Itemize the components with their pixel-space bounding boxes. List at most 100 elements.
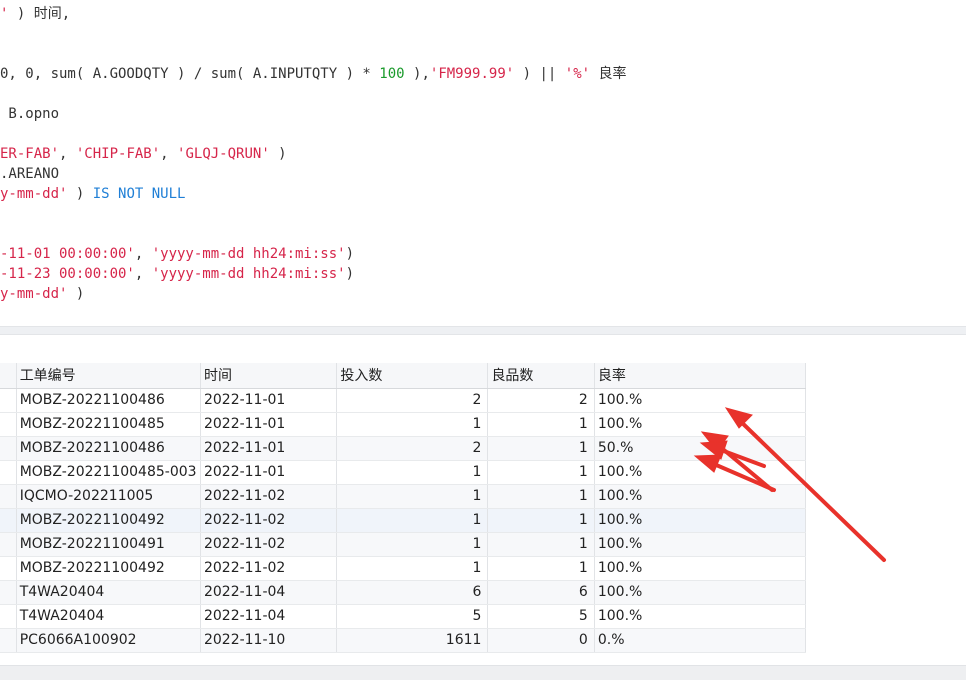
code-token: y-mm-dd' xyxy=(0,186,68,202)
cell-work-order[interactable]: MOBZ-20221100492 xyxy=(16,508,201,533)
cell-yield[interactable]: 100.% xyxy=(594,388,807,413)
cell-opno[interactable] xyxy=(0,604,17,629)
column-header-work-order[interactable]: 工单编号 xyxy=(16,363,201,389)
cell-work-order[interactable]: PC6066A100902 xyxy=(16,628,201,653)
table-row[interactable]: T4WA20404 2022-11-04 6 6 100.% xyxy=(0,580,807,605)
cell-good-qty[interactable]: 2 xyxy=(487,388,595,413)
cell-work-order[interactable]: MOBZ-20221100485-003 xyxy=(16,460,201,485)
column-header-good-qty[interactable]: 良品数 xyxy=(487,363,595,389)
code-token: ) xyxy=(67,286,85,302)
cell-good-qty[interactable]: 1 xyxy=(487,556,595,581)
cell-time[interactable]: 2022-11-01 xyxy=(200,460,338,485)
table-row[interactable]: 001MOBZ-202211004922022-11-0211100.% xyxy=(0,556,807,581)
code-line: ' ) 时间, xyxy=(0,4,70,24)
table-row[interactable]: 01MOBZ-202211004922022-11-0211100.% xyxy=(0,508,807,533)
cell-opno[interactable] xyxy=(0,532,17,557)
cell-good-qty[interactable]: 1 xyxy=(487,436,595,461)
sql-editor[interactable]: ' ) 时间, 0, 0, sum( A.GOODQTY ) / sum( A.I… xyxy=(0,0,966,326)
cell-input-qty[interactable]: 1 xyxy=(336,484,489,509)
cell-opno[interactable] xyxy=(0,412,17,437)
column-header-opno[interactable] xyxy=(0,363,17,389)
cell-time[interactable]: 2022-11-04 xyxy=(200,580,338,605)
cell-work-order[interactable]: MOBZ-20221100486 xyxy=(16,388,201,413)
cell-time[interactable]: 2022-11-02 xyxy=(200,508,338,533)
column-header-time[interactable]: 时间 xyxy=(200,363,338,389)
cell-opno[interactable]: 01 xyxy=(0,508,17,533)
table-row[interactable]: 001MOBZ-202211004862022-11-012150.% xyxy=(0,436,807,461)
cell-opno[interactable] xyxy=(0,628,17,653)
cell-yield[interactable]: 100.% xyxy=(594,532,807,557)
cell-good-qty[interactable]: 0 xyxy=(487,628,595,653)
cell-time[interactable]: 2022-11-02 xyxy=(200,556,338,581)
editor-results-splitter[interactable] xyxy=(0,326,966,335)
cell-work-order[interactable]: MOBZ-20221100492 xyxy=(16,556,201,581)
cell-opno[interactable]: N-PKG xyxy=(0,460,17,485)
code-token: 'yyyy-mm-dd hh24:mi:ss' xyxy=(151,246,346,262)
column-header-yield[interactable]: 良率 xyxy=(594,363,807,389)
table-row[interactable]: 01MOBZ-202211004862022-11-0122100.% xyxy=(0,388,807,413)
cell-opno[interactable] xyxy=(0,484,17,509)
cell-input-qty[interactable]: 1 xyxy=(336,508,489,533)
cell-input-qty[interactable]: 2 xyxy=(336,388,489,413)
code-token: ) xyxy=(67,186,93,202)
cell-yield[interactable]: 0.% xyxy=(594,628,807,653)
cell-opno[interactable] xyxy=(0,580,17,605)
cell-yield[interactable]: 50.% xyxy=(594,436,807,461)
code-token: -11-01 00:00:00' xyxy=(0,246,135,262)
code-token: 'GLQJ-QRUN' xyxy=(177,146,270,162)
cell-time[interactable]: 2022-11-04 xyxy=(200,604,338,629)
cell-time[interactable]: 2022-11-01 xyxy=(200,436,338,461)
cell-yield[interactable]: 100.% xyxy=(594,508,807,533)
code-token: y-mm-dd' xyxy=(0,286,68,302)
cell-input-qty[interactable]: 1 xyxy=(336,412,489,437)
cell-input-qty[interactable]: 1 xyxy=(336,556,489,581)
cell-work-order[interactable]: IQCMO-202211005 xyxy=(16,484,201,509)
cell-work-order[interactable]: MOBZ-20221100486 xyxy=(16,436,201,461)
cell-yield[interactable]: 100.% xyxy=(594,580,807,605)
cell-time[interactable]: 2022-11-01 xyxy=(200,388,338,413)
cell-input-qty[interactable]: 2 xyxy=(336,436,489,461)
cell-time[interactable]: 2022-11-02 xyxy=(200,532,338,557)
cell-opno[interactable]: 001 xyxy=(0,436,17,461)
cell-yield[interactable]: 100.% xyxy=(594,412,807,437)
table-row[interactable]: MOBZ-20221100485 2022-11-01 1 1 100.% xyxy=(0,412,807,437)
table-row[interactable]: T4WA20404 2022-11-04 5 5 100.% xyxy=(0,604,807,629)
cell-yield[interactable]: 100.% xyxy=(594,604,807,629)
cell-time[interactable]: 2022-11-02 xyxy=(200,484,338,509)
cell-time[interactable]: 2022-11-01 xyxy=(200,412,338,437)
code-token: B.opno xyxy=(0,106,60,122)
cell-opno[interactable]: 01 xyxy=(0,388,17,413)
cell-work-order[interactable]: T4WA20404 xyxy=(16,580,201,605)
cell-work-order[interactable]: T4WA20404 xyxy=(16,604,201,629)
column-header-input-qty[interactable]: 投入数 xyxy=(336,363,489,389)
cell-yield[interactable]: 100.% xyxy=(594,556,807,581)
cell-input-qty[interactable]: 1 xyxy=(336,532,489,557)
table-row[interactable]: PC6066A100902 2022-11-10 1611 0 0.% xyxy=(0,628,807,653)
cell-yield[interactable]: 100.% xyxy=(594,460,807,485)
cell-good-qty[interactable]: 1 xyxy=(487,460,595,485)
cell-input-qty[interactable]: 1 xyxy=(336,460,489,485)
table-row[interactable]: MOBZ-20221100491 2022-11-02 1 1 100.% xyxy=(0,532,807,557)
cell-good-qty[interactable]: 5 xyxy=(487,604,595,629)
table-row[interactable]: N-PKGMOBZ-20221100485-0032022-11-0111100… xyxy=(0,460,807,485)
cell-good-qty[interactable]: 6 xyxy=(487,580,595,605)
cell-input-qty[interactable]: 5 xyxy=(336,604,489,629)
cell-opno[interactable]: 001 xyxy=(0,556,17,581)
cell-work-order[interactable]: MOBZ-20221100485 xyxy=(16,412,201,437)
cell-good-qty[interactable]: 1 xyxy=(487,484,595,509)
cell-input-qty[interactable]: 1611 xyxy=(336,628,489,653)
table-row[interactable]: IQCMO-202211005 2022-11-02 1 1 100.% xyxy=(0,484,807,509)
results-grid[interactable]: 工单编号 时间 投入数 良品数 良率 01MOBZ-20221100486202… xyxy=(0,335,966,680)
code-line: B.opno xyxy=(0,104,59,124)
cell-good-qty[interactable]: 1 xyxy=(487,412,595,437)
cell-good-qty[interactable]: 1 xyxy=(487,532,595,557)
horizontal-scrollbar[interactable] xyxy=(0,665,966,680)
cell-yield[interactable]: 100.% xyxy=(594,484,807,509)
cell-time[interactable]: 2022-11-10 xyxy=(200,628,338,653)
cell-good-qty[interactable]: 1 xyxy=(487,508,595,533)
code-token: , xyxy=(134,246,152,262)
code-token: , xyxy=(59,146,76,162)
cell-work-order[interactable]: MOBZ-20221100491 xyxy=(16,532,201,557)
code-token: .AREANO xyxy=(0,166,60,182)
cell-input-qty[interactable]: 6 xyxy=(336,580,489,605)
